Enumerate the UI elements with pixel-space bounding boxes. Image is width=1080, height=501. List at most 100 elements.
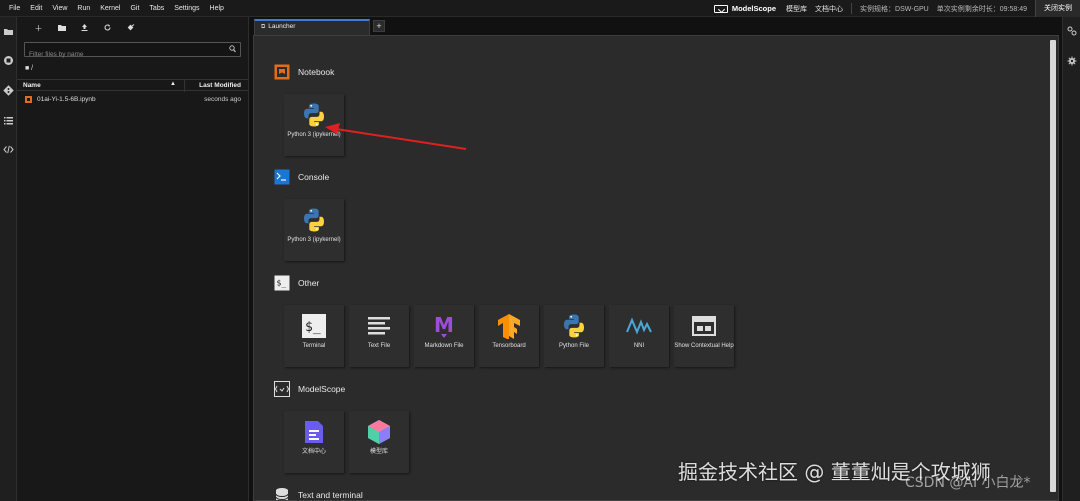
svg-text:M: M [434,313,454,337]
menu-git[interactable]: Git [125,0,144,17]
tab-bar: ⧉ Launcher + [250,17,1062,35]
file-modified: seconds ago [204,96,241,103]
card-label: 文档中心 [301,449,326,455]
contextual-help-icon [692,316,716,336]
card-model-hub[interactable]: 模型库 [349,411,409,473]
scrollbar-thumb[interactable] [1050,40,1056,492]
terminal-icon: $_ [302,314,326,338]
model-hub-link[interactable]: 模型库 [786,4,807,14]
card-label: Python 3 (ipykernel) [287,237,341,243]
section-title-text-terminal: Text and terminal [298,490,363,500]
card-terminal[interactable]: $_ Terminal [284,305,344,367]
tensorflow-icon [498,314,520,339]
card-notebook-python3[interactable]: Python 3 (ipykernel) [284,94,344,156]
section-title-other: Other [298,278,320,288]
sort-caret-icon: ▲ [170,81,176,87]
card-tensorboard[interactable]: Tensorboard [479,305,539,367]
card-label: Markdown File [424,343,464,349]
plus-icon: ＋ [34,23,43,33]
python-icon [304,103,324,127]
upload-button[interactable] [73,23,96,33]
modelscope-logo-icon [713,4,728,13]
python-icon [564,314,584,338]
new-folder-button[interactable] [50,24,73,33]
menubar-divider [851,3,853,14]
file-row[interactable]: 01ai-Yi-1.5-6B.ipynb seconds ago [17,95,248,106]
launcher-scrollbar[interactable] [1048,36,1058,500]
menubar-right: ModelScope 模型库 文档中心 实例规格：DSW-GPU 单次实例剩余时… [713,0,1080,17]
card-label: Text File [367,343,391,349]
menubar: File Edit View Run Kernel Git Tabs Setti… [0,0,1080,17]
new-launcher-button[interactable]: ＋ [27,23,50,34]
card-label: Python File [558,343,589,349]
column-modified-header[interactable]: Last Modified [199,82,241,89]
tab-launcher[interactable]: ⧉ Launcher [254,19,370,35]
upload-icon [81,23,88,31]
modelscope-logo[interactable]: ModelScope [713,4,777,13]
gear-icon[interactable] [1067,56,1077,66]
column-name-header[interactable]: Name [23,82,41,89]
file-list-header: Name ▲ Last Modified [17,79,248,92]
docs-icon [305,421,323,443]
other-section-icon: $_ [274,275,290,291]
breadcrumb[interactable]: ■ / [25,65,33,72]
file-browser-panel: ＋ ■ / Name ▲ Last Modified 01ai-Yi-1.5-6… [17,17,249,501]
watermark-csdn: CSDN @AI 小白龙* [905,475,1031,491]
search-icon [229,45,236,55]
code-snippets-icon[interactable] [3,144,14,155]
add-tab-button[interactable]: + [373,20,385,32]
card-python-file[interactable]: Python File [544,305,604,367]
nni-icon [626,317,652,335]
modelscope-brand: ModelScope [731,4,777,13]
card-label: Python 3 (ipykernel) [287,132,341,138]
svg-text:$_: $_ [305,320,321,335]
notebook-section-icon [274,64,290,80]
card-console-python3[interactable]: Python 3 (ipykernel) [284,199,344,261]
card-contextual-help[interactable]: Show Contextual Help [674,305,734,367]
menu-tabs[interactable]: Tabs [144,0,169,17]
refresh-icon [104,24,111,30]
instance-spec: 实例规格：DSW-GPU [860,5,929,13]
docs-center-link[interactable]: 文档中心 [815,4,843,14]
section-title-console: Console [298,172,330,182]
main-area: ⧉ Launcher + Notebook Python 3 (ipykernel… [250,17,1062,501]
console-section-icon [274,169,290,185]
menu-kernel[interactable]: Kernel [95,0,125,17]
model-hub-icon [368,420,390,444]
file-filter-box [24,42,241,61]
new-folder-icon [57,24,66,31]
card-text-file[interactable]: Text File [349,305,409,367]
card-nni[interactable]: NNI [609,305,669,367]
menu-view[interactable]: View [47,0,72,17]
git-clone-button[interactable] [119,23,142,33]
launcher-panel: Notebook Python 3 (ipykernel) Console Py… [253,35,1059,501]
file-browser-toolbar: ＋ [17,17,248,39]
menu-help[interactable]: Help [205,0,229,17]
menu-edit[interactable]: Edit [25,0,47,17]
file-filter-input[interactable] [25,48,215,61]
property-inspector-icon[interactable] [1067,26,1077,36]
python-icon [304,208,324,232]
menu-run[interactable]: Run [72,0,95,17]
database-icon [275,488,289,500]
refresh-button[interactable] [96,24,119,33]
running-kernels-icon[interactable] [3,55,14,66]
git-icon[interactable] [3,85,14,96]
section-title-modelscope: ModelScope [298,384,346,394]
section-title-notebook: Notebook [298,67,335,77]
card-docs-center[interactable]: 文档中心 [284,411,344,473]
menu-file[interactable]: File [4,0,25,17]
menu-settings[interactable]: Settings [169,0,204,17]
folder-icon[interactable] [3,26,14,37]
card-label: Terminal [302,343,326,349]
table-of-contents-icon[interactable] [3,115,14,126]
column-divider [184,80,185,92]
svg-text:$_: $_ [277,279,287,288]
tab-launcher-label: Launcher [268,23,296,30]
text-file-icon [368,317,390,335]
card-markdown-file[interactable]: M Markdown File [414,305,474,367]
close-instance-button[interactable]: 关闭实例 [1035,0,1080,17]
git-clone-icon [127,23,134,30]
card-label: Show Contextual Help [674,343,734,349]
menu-items: File Edit View Run Kernel Git Tabs Setti… [0,0,229,17]
